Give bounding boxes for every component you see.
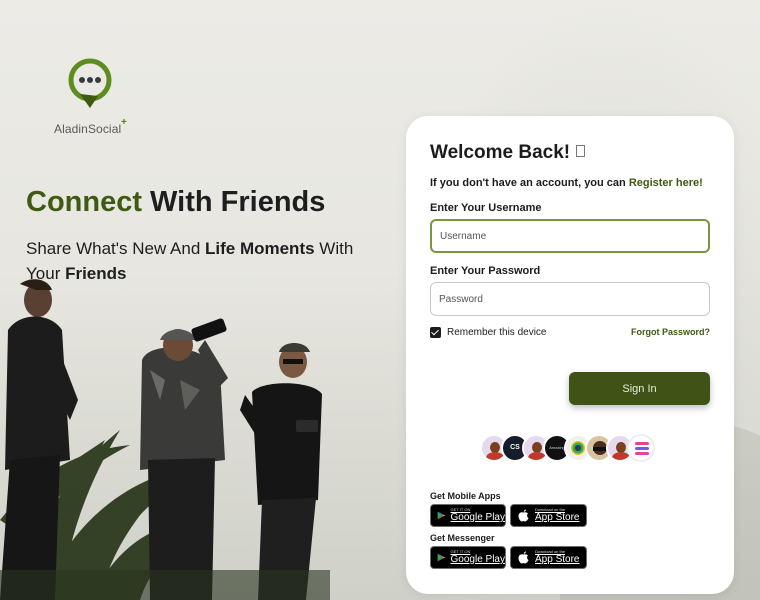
hero-sub-bold-1: Life Moments <box>205 239 315 258</box>
password-input[interactable] <box>430 282 710 316</box>
login-title: Welcome Back! <box>430 142 586 164</box>
forgot-password-link[interactable]: Forgot Password? <box>631 327 710 337</box>
username-input[interactable] <box>430 219 710 253</box>
hero-title-rest: With Friends <box>142 186 326 218</box>
remember-label: Remember this device <box>447 327 547 338</box>
hero-title-accent: Connect <box>26 186 142 218</box>
brand-plus: + <box>121 117 127 128</box>
hero-title: Connect With Friends <box>26 186 325 219</box>
messenger-title: Get Messenger <box>430 533 495 543</box>
messenger-google-play-button[interactable]: GET IT ON Google Play <box>430 546 506 569</box>
register-link[interactable]: Register here! <box>629 177 703 189</box>
apple-icon <box>518 551 529 564</box>
register-prompt-text: If you don't have an account, you can <box>430 177 629 189</box>
chat-bubble-logo-icon <box>68 58 112 108</box>
username-label: Enter Your Username <box>430 202 542 214</box>
mobile-apps-title: Get Mobile Apps <box>430 491 501 501</box>
messenger-app-store-big: App Store <box>535 554 580 565</box>
google-play-button[interactable]: GET IT ON Google Play <box>430 504 506 527</box>
google-play-big: Google Play <box>450 512 505 523</box>
placeholder-glyph-icon <box>576 145 586 157</box>
google-play-icon <box>437 511 446 520</box>
messenger-google-big: Google Play <box>450 554 505 565</box>
login-title-text: Welcome Back! <box>430 142 571 163</box>
hero-sub-part-1: Share What's New And <box>26 239 205 258</box>
brand-name: AladinSocial <box>54 122 122 136</box>
messenger-app-store-button[interactable]: Download on the App Store <box>510 546 587 569</box>
apple-icon <box>518 509 529 522</box>
remember-device[interactable]: Remember this device <box>430 327 546 338</box>
app-store-button[interactable]: Download on the App Store <box>510 504 587 527</box>
app-store-big: App Store <box>535 512 580 523</box>
hero-subtitle: Share What's New And Life Moments With Y… <box>26 236 366 286</box>
remember-checkbox[interactable] <box>430 327 441 338</box>
hero-sub-bold-2: Friends <box>65 264 127 283</box>
sign-in-button[interactable]: Sign In <box>569 372 710 405</box>
login-card: Welcome Back! If you don't have an accou… <box>406 116 734 594</box>
google-play-icon <box>437 553 446 562</box>
user-avatars: CS Amazing <box>480 434 655 462</box>
register-prompt: If you don't have an account, you can Re… <box>430 177 703 189</box>
avatar[interactable] <box>627 434 655 462</box>
password-label: Enter Your Password <box>430 265 541 277</box>
